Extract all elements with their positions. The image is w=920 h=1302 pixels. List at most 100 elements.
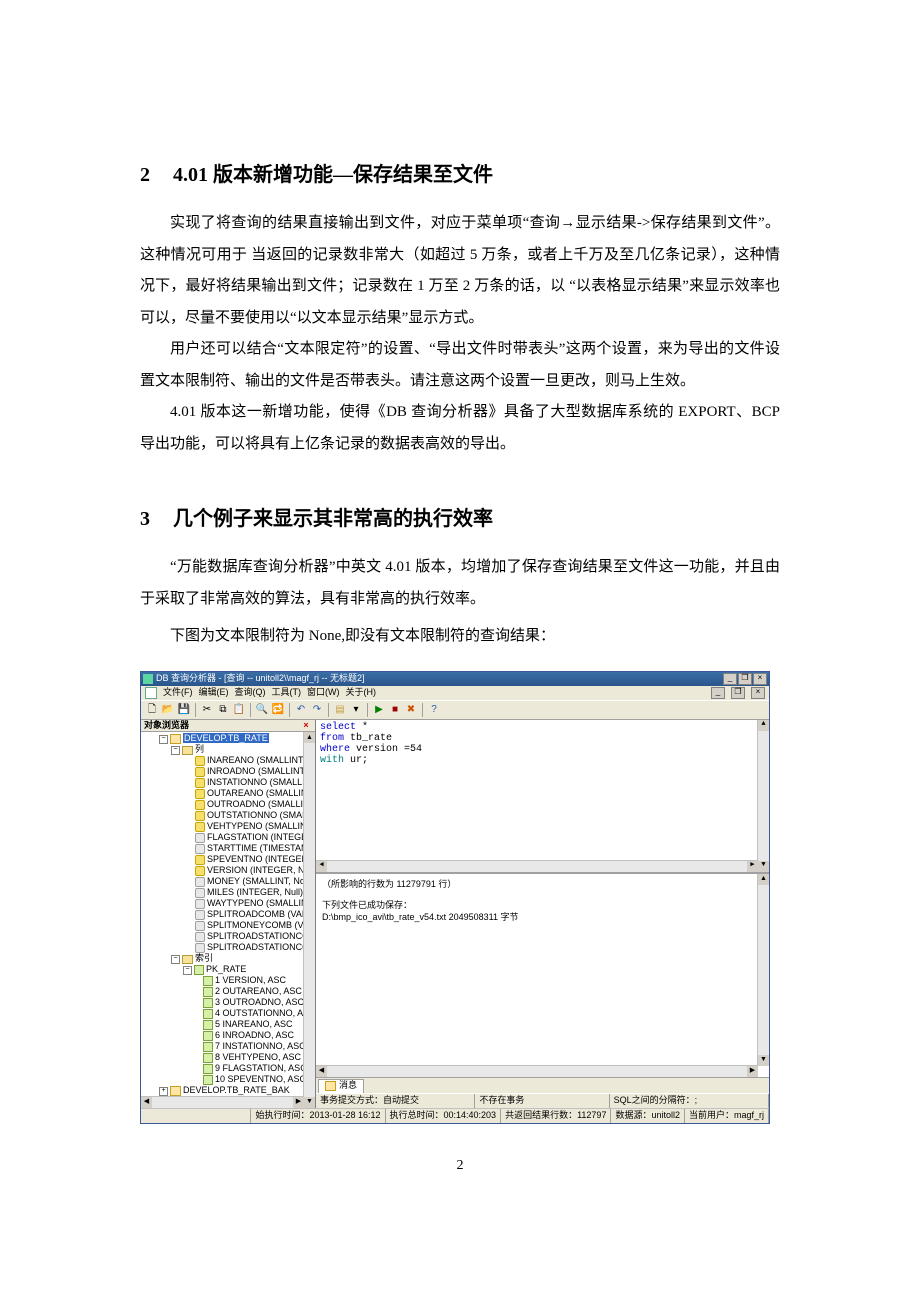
cancel-icon[interactable]: ✖ [404,703,418,717]
statusbar-lower: 始执行时间：2013-01-28 16:12 执行总时间：00:14:40:20… [141,1108,769,1123]
restore-button[interactable]: ❐ [738,673,752,685]
message-scrollbar-horizontal[interactable]: ◀ ▶ [316,1065,758,1077]
scroll-right-icon[interactable]: ▶ [747,1066,758,1077]
tree-index-col-label: 10 SPEVENTNO, ASC [215,1074,306,1084]
redo-icon[interactable]: ↷ [310,703,324,717]
tree-column[interactable]: VERSION (INTEGER, Not N [143,865,315,876]
tree-index-col[interactable]: 5 INAREANO, ASC [143,1019,315,1030]
tree-index-col[interactable]: 9 FLAGSTATION, ASC [143,1063,315,1074]
tree-column[interactable]: INSTATIONNO (SMALLINT, [143,777,315,788]
tree-index-col[interactable]: 1 VERSION, ASC [143,975,315,986]
expand-icon[interactable]: + [159,1087,168,1096]
copy-icon[interactable]: ⧉ [216,703,230,717]
column-icon [195,932,205,942]
tree-column[interactable]: SPLITMONEYCOMB (VARCHAR [143,920,315,931]
find-icon[interactable]: 🔍 [255,703,269,717]
tree-column[interactable]: STARTTIME (TIMESTAMP, N [143,843,315,854]
save-icon[interactable]: 💾 [177,703,191,717]
tree-root-table[interactable]: DEVELOP.TB_RATE [183,733,269,743]
tree-index-col[interactable]: 6 INROADNO, ASC [143,1030,315,1041]
object-browser-close-icon[interactable]: × [300,721,312,731]
column-icon [195,943,205,953]
sql-text: tb_rate [344,733,392,744]
tree-column-label: OUTAREANO (SMALLINT, N [207,788,315,798]
tree-column[interactable]: SPLITROADCOMB (VARCHAR [143,909,315,920]
status-commit-mode: 事务提交方式：自动提交 [316,1094,475,1108]
open-icon[interactable]: 📂 [161,703,175,717]
tree-column-label: SPLITROADSTATIONCOMB [207,942,315,952]
tree-index-group[interactable]: 索引 [195,953,213,963]
paragraph-4: “万能数据库查询分析器”中英文 4.01 版本，均增加了保存查询结果至文件这一功… [140,552,780,615]
tree-scrollbar-vertical[interactable]: ▲ ▼ [303,732,315,1107]
dropdown-icon[interactable]: ▾ [349,703,363,717]
sql-text: * [356,722,368,733]
tree-columns-group[interactable]: 列 [195,744,204,754]
mdi-restore-button[interactable]: ❐ [731,687,745,699]
tree-index-col[interactable]: 7 INSTATIONNO, ASC [143,1041,315,1052]
message-scrollbar-vertical[interactable]: ▲ ▼ [757,874,769,1066]
tree-pk[interactable]: PK_RATE [206,964,246,974]
object-browser-title: 对象浏览器 [144,721,189,731]
tree-index-col[interactable]: 2 OUTAREANO, ASC [143,986,315,997]
tree-index-col[interactable]: 4 OUTSTATIONNO, ASC [143,1008,315,1019]
new-icon[interactable]: 🗋 [145,703,159,717]
tree-column[interactable]: SPEVENTNO (INTEGER, Not [143,854,315,865]
tree-index-col[interactable]: 8 VEHTYPENO, ASC [143,1052,315,1063]
tree-column[interactable]: OUTROADNO (SMALLINT, N [143,799,315,810]
scroll-down-icon[interactable]: ▼ [304,1097,315,1108]
tree-column[interactable]: INAREANO (SMALLINT, Not [143,755,315,766]
tree-column[interactable]: OUTSTATIONNO (SMALLINT, [143,810,315,821]
menu-file[interactable]: 文件(F) [163,688,193,698]
scroll-up-icon[interactable]: ▲ [304,732,315,743]
menu-query[interactable]: 查询(Q) [235,688,266,698]
scroll-left-icon[interactable]: ◀ [141,1097,152,1108]
undo-icon[interactable]: ↶ [294,703,308,717]
scroll-left-icon[interactable]: ◀ [316,861,327,872]
tree-column[interactable]: MONEY (SMALLINT, Not Nu [143,876,315,887]
scroll-up-icon[interactable]: ▲ [758,720,769,731]
tree-column[interactable]: VEHTYPENO (SMALLINT, No [143,821,315,832]
column-icon [195,888,205,898]
help-icon[interactable]: ? [427,703,441,717]
mdi-close-button[interactable]: × [751,687,765,699]
close-button[interactable]: × [753,673,767,685]
scroll-down-icon[interactable]: ▼ [758,861,769,872]
tree-column[interactable]: WAYTYPENO (SMALLINT, No [143,898,315,909]
tree-view[interactable]: −DEVELOP.TB_RATE −列 INAREANO (SMALLINT, … [141,732,315,1107]
sql-editor[interactable]: select * from tb_rate where version =54 … [316,720,769,874]
tree-column[interactable]: FLAGSTATION (INTEGER, N [143,832,315,843]
scroll-down-icon[interactable]: ▼ [758,1055,769,1066]
scroll-left-icon[interactable]: ◀ [316,1066,327,1077]
scroll-right-icon[interactable]: ▶ [293,1097,304,1108]
editor-scrollbar-vertical[interactable]: ▲ ▼ [757,720,769,872]
tree-scrollbar-horizontal[interactable]: ◀ ▶ [141,1096,304,1108]
object-browser: 对象浏览器 × −DEVELOP.TB_RATE −列 INAREANO (SM… [141,720,316,1108]
replace-icon[interactable]: 🔁 [271,703,285,717]
tree-column[interactable]: INROADNO (SMALLINT, Not [143,766,315,777]
scroll-up-icon[interactable]: ▲ [758,874,769,885]
minimize-button[interactable]: _ [723,673,737,685]
database-icon[interactable]: ▤ [333,703,347,717]
index-col-icon [203,1042,213,1052]
tree-index-col[interactable]: 10 SPEVENTNO, ASC [143,1074,315,1085]
menu-about[interactable]: 关于(H) [346,688,377,698]
scroll-right-icon[interactable]: ▶ [747,861,758,872]
menu-window[interactable]: 窗口(W) [307,688,340,698]
tree-column[interactable]: MILES (INTEGER, Null) [143,887,315,898]
window-title: DB 查询分析器 - [查询 -- unitoll2\\magf_rj -- 无… [156,674,365,684]
menu-tools[interactable]: 工具(T) [272,688,302,698]
column-icon [195,822,205,832]
tree-column[interactable]: OUTAREANO (SMALLINT, N [143,788,315,799]
editor-scrollbar-horizontal[interactable]: ◀ ▶ [316,860,758,872]
tree-column[interactable]: SPLITROADSTATIONCOMB [143,942,315,953]
tab-messages[interactable]: 消息 [318,1079,364,1093]
menu-edit[interactable]: 编辑(E) [199,688,229,698]
tree-column[interactable]: SPLITROADSTATIONCOMB [143,931,315,942]
mdi-minimize-button[interactable]: _ [711,687,725,699]
tree-index-col-label: 4 OUTSTATIONNO, ASC [215,1008,315,1018]
stop-icon[interactable]: ■ [388,703,402,717]
cut-icon[interactable]: ✂ [200,703,214,717]
paste-icon[interactable]: 📋 [232,703,246,717]
run-icon[interactable]: ▶ [372,703,386,717]
tree-index-col[interactable]: 3 OUTROADNO, ASC [143,997,315,1008]
